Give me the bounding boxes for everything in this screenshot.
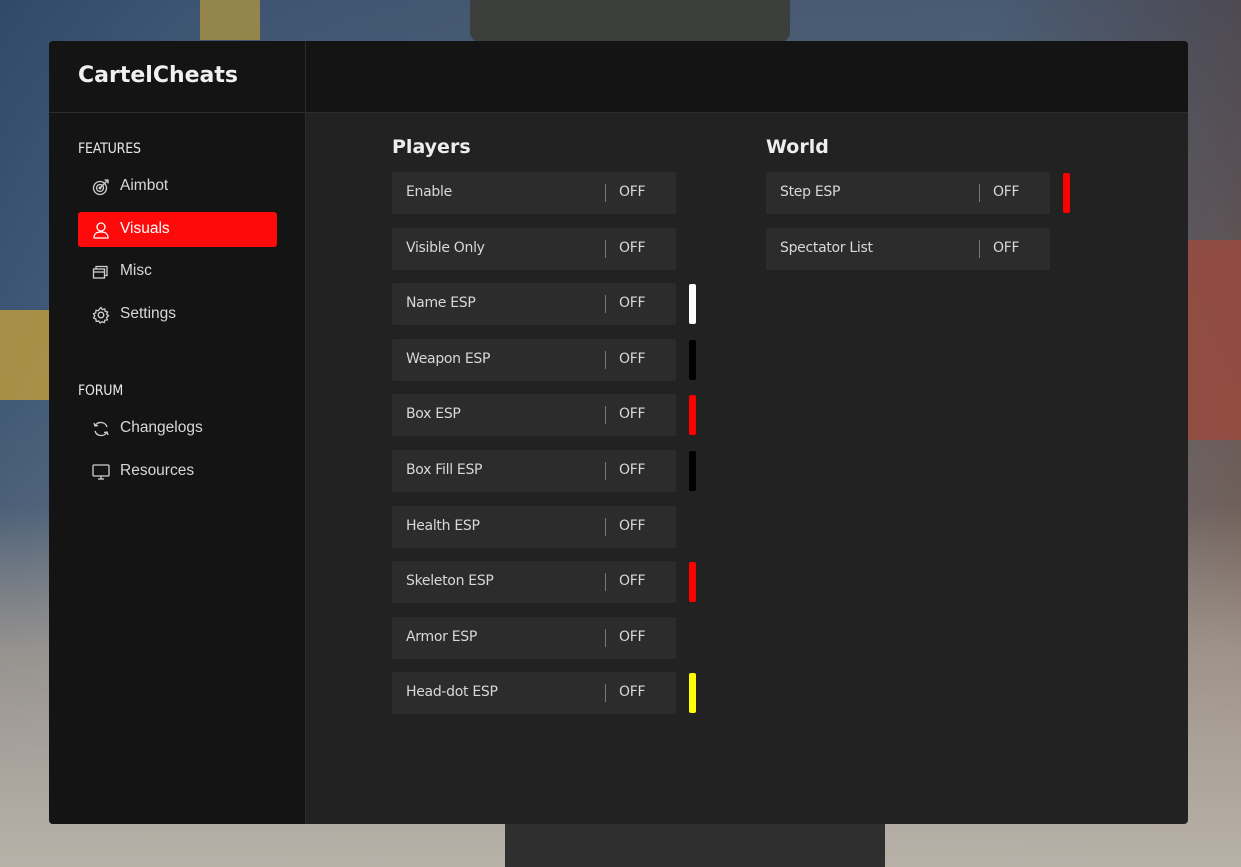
option-box-fill-esp[interactable]: Box Fill ESP OFF bbox=[392, 450, 676, 492]
sidebar: CartelCheats FEATURES Aimbot Visuals Mis… bbox=[49, 41, 306, 824]
color-picker-box-fill-esp[interactable] bbox=[689, 451, 696, 491]
option-head-dot-esp[interactable]: Head-dot ESP OFF bbox=[392, 672, 676, 715]
background-container bbox=[1188, 240, 1241, 440]
option-toggle-value[interactable]: OFF bbox=[619, 295, 646, 311]
nav-label: Visuals bbox=[120, 220, 170, 237]
option-toggle-value[interactable]: OFF bbox=[993, 184, 1020, 200]
option-divider bbox=[605, 573, 606, 592]
option-label: Armor ESP bbox=[406, 628, 477, 645]
color-picker-step-esp[interactable] bbox=[1063, 173, 1070, 213]
players-section-title: Players bbox=[392, 136, 471, 158]
option-box-esp[interactable]: Box ESP OFF bbox=[392, 394, 676, 437]
nav-item-settings[interactable]: Settings bbox=[78, 297, 277, 332]
nav-item-resources[interactable]: Resources bbox=[78, 454, 277, 489]
option-toggle-value[interactable]: OFF bbox=[993, 240, 1020, 256]
option-toggle-value[interactable]: OFF bbox=[619, 406, 646, 422]
option-label: Enable bbox=[406, 184, 452, 200]
option-toggle-value[interactable]: OFF bbox=[619, 518, 646, 534]
option-label: Box Fill ESP bbox=[406, 462, 483, 478]
color-picker-box-esp[interactable] bbox=[689, 395, 696, 436]
monitor-icon bbox=[92, 464, 110, 480]
option-toggle-value[interactable]: OFF bbox=[619, 462, 646, 478]
option-divider bbox=[605, 517, 606, 536]
option-label: Weapon ESP bbox=[406, 350, 491, 367]
color-picker-skeleton-esp[interactable] bbox=[689, 562, 696, 603]
brand-header: CartelCheats bbox=[49, 41, 305, 113]
nav-item-aimbot[interactable]: Aimbot bbox=[78, 169, 277, 204]
features-section-label: FEATURES bbox=[78, 141, 141, 157]
option-divider bbox=[605, 350, 606, 369]
option-divider bbox=[979, 184, 980, 202]
option-label: Spectator List bbox=[780, 239, 873, 256]
nav-item-visuals[interactable]: Visuals bbox=[78, 212, 277, 247]
nav-item-changelogs[interactable]: Changelogs bbox=[78, 411, 277, 446]
user-icon bbox=[93, 222, 109, 239]
nav-label: Aimbot bbox=[120, 177, 169, 194]
background-beam bbox=[200, 0, 260, 40]
nav-label: Resources bbox=[120, 462, 195, 479]
option-toggle-value[interactable]: OFF bbox=[619, 351, 646, 367]
refresh-icon bbox=[93, 421, 109, 437]
nav-item-misc[interactable]: Misc bbox=[78, 254, 277, 289]
background-crate bbox=[0, 310, 50, 400]
option-visible-only[interactable]: Visible Only OFF bbox=[392, 227, 676, 270]
option-label: Visible Only bbox=[406, 239, 485, 256]
color-picker-head-dot-esp[interactable] bbox=[689, 673, 696, 714]
option-toggle-value[interactable]: OFF bbox=[619, 184, 646, 200]
option-label: Name ESP bbox=[406, 295, 476, 312]
option-divider bbox=[979, 239, 980, 258]
background-character-legs bbox=[505, 824, 885, 867]
option-divider bbox=[605, 295, 606, 314]
option-health-esp[interactable]: Health ESP OFF bbox=[392, 505, 676, 548]
forum-section-label: FORUM bbox=[78, 383, 123, 399]
option-toggle-value[interactable]: OFF bbox=[619, 573, 646, 589]
option-armor-esp[interactable]: Armor ESP OFF bbox=[392, 616, 676, 659]
option-spectator-list[interactable]: Spectator List OFF bbox=[766, 227, 1050, 270]
option-divider bbox=[605, 406, 606, 425]
color-picker-weapon-esp[interactable] bbox=[689, 339, 696, 380]
option-label: Head-dot ESP bbox=[406, 684, 498, 701]
option-toggle-value[interactable]: OFF bbox=[619, 629, 646, 645]
option-divider bbox=[605, 628, 606, 647]
option-label: Health ESP bbox=[406, 517, 480, 534]
nav-label: Misc bbox=[120, 262, 152, 279]
target-icon bbox=[92, 179, 109, 196]
option-label: Step ESP bbox=[780, 184, 841, 200]
option-name-esp[interactable]: Name ESP OFF bbox=[392, 283, 676, 326]
option-divider bbox=[605, 184, 606, 202]
nav-label: Settings bbox=[120, 305, 177, 322]
option-skeleton-esp[interactable]: Skeleton ESP OFF bbox=[392, 561, 676, 604]
layers-icon bbox=[92, 265, 108, 279]
option-divider bbox=[605, 462, 606, 480]
option-label: Box ESP bbox=[406, 406, 461, 423]
option-toggle-value[interactable]: OFF bbox=[619, 684, 646, 700]
option-label: Skeleton ESP bbox=[406, 573, 494, 590]
option-toggle-value[interactable]: OFF bbox=[619, 240, 646, 256]
gear-icon bbox=[92, 306, 110, 324]
option-step-esp[interactable]: Step ESP OFF bbox=[766, 172, 1050, 214]
color-picker-name-esp[interactable] bbox=[689, 284, 696, 325]
app-title: CartelCheats bbox=[78, 63, 239, 88]
option-divider bbox=[605, 239, 606, 258]
option-weapon-esp[interactable]: Weapon ESP OFF bbox=[392, 338, 676, 381]
cheat-menu-window: CartelCheats FEATURES Aimbot Visuals Mis… bbox=[49, 41, 1188, 824]
option-divider bbox=[605, 684, 606, 703]
top-bar bbox=[306, 41, 1188, 113]
option-enable[interactable]: Enable OFF bbox=[392, 172, 676, 214]
world-section-title: World bbox=[766, 136, 829, 158]
nav-label: Changelogs bbox=[120, 419, 203, 436]
background-character bbox=[470, 0, 790, 42]
